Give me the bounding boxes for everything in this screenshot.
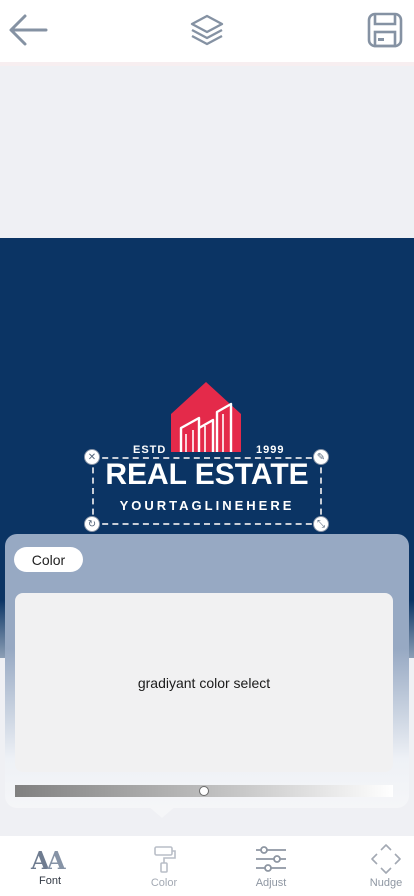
color-chip[interactable]: Color	[14, 547, 83, 572]
font-icon: A A	[30, 846, 66, 872]
gradient-color-picker[interactable]: gradiyant color select	[15, 593, 393, 772]
floppy-disk-icon	[367, 12, 403, 48]
tab-adjust-label: Adjust	[255, 877, 287, 889]
tab-nudge[interactable]: Nudge	[350, 844, 414, 894]
save-button[interactable]	[361, 8, 409, 52]
resize-handle-icon[interactable]: ⤡	[313, 516, 329, 532]
tab-color[interactable]: Color	[128, 844, 200, 894]
tab-nudge-label: Nudge	[369, 877, 403, 889]
top-toolbar	[0, 0, 414, 62]
panel-pointer	[148, 806, 176, 818]
svg-text:A: A	[46, 846, 66, 872]
arrow-left-icon	[9, 14, 48, 46]
tab-font[interactable]: A A Font	[14, 844, 86, 894]
rotate-handle-icon[interactable]: ↻	[84, 516, 100, 532]
picker-placeholder-text: gradiyant color select	[137, 674, 271, 691]
toolbar-divider	[0, 62, 414, 66]
edit-pencil-icon[interactable]: ✎	[313, 449, 329, 465]
layers-icon	[190, 14, 224, 46]
text-selection-box[interactable]	[92, 457, 322, 525]
gradient-slider-knob[interactable]	[199, 786, 209, 796]
paint-roller-icon	[154, 846, 176, 873]
tab-adjust[interactable]: Adjust	[235, 844, 307, 894]
sliders-icon	[256, 846, 286, 872]
tab-color-label: Color	[150, 877, 178, 889]
logo-year-text: 1999	[256, 444, 285, 456]
layers-button[interactable]	[183, 8, 231, 52]
move-arrows-icon	[371, 844, 401, 874]
delete-handle-icon[interactable]: ✕	[84, 449, 100, 465]
tab-font-label: Font	[38, 875, 61, 887]
logo-estd-text: ESTD	[133, 444, 167, 456]
back-button[interactable]	[4, 8, 52, 52]
bottom-tab-bar: A A Font Color Adjust Nudge	[0, 836, 414, 896]
